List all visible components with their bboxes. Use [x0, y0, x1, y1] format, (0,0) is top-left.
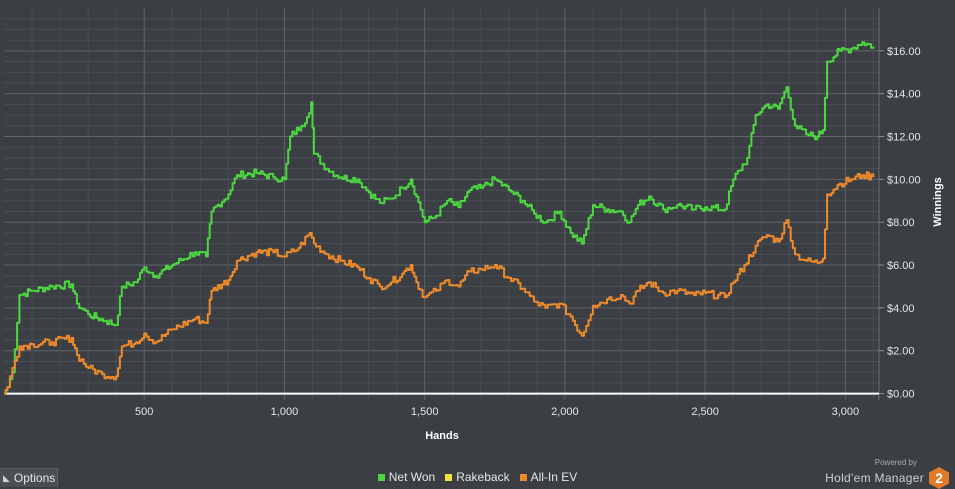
legend-label-rakeback: Rakeback [456, 470, 510, 484]
legend-item-net-won[interactable]: Net Won [377, 469, 436, 485]
brand-row: Hold'em Manager 2 [825, 467, 949, 489]
y-tick-label: $8.00 [887, 217, 915, 229]
x-tick-label: 1,000 [271, 406, 299, 418]
y-axis-title: Winnings [932, 177, 944, 226]
branding: Powered by Hold'em Manager 2 [825, 458, 949, 489]
legend-label-net-won: Net Won [388, 470, 436, 484]
y-tick-label: $14.00 [887, 89, 921, 101]
legend-item-rakeback[interactable]: Rakeback [445, 469, 510, 485]
y-tick-label: $12.00 [887, 132, 921, 144]
brand-name: Hold'em Manager [825, 471, 924, 485]
legend-swatch-rakeback [445, 473, 453, 481]
x-tick-label: 2,500 [691, 406, 719, 418]
powered-by-text: Powered by [874, 458, 917, 467]
legend-swatch-net-won [377, 473, 385, 481]
y-tick-label: $10.00 [887, 174, 921, 186]
y-tick-label: $0.00 [887, 389, 915, 401]
winnings-chart: $0.00 $2.00 $4.00 $6.00 $8.00 $10.00 $12.00 $14… [0, 0, 955, 487]
x-tick-label: 3,000 [832, 406, 860, 418]
x-tick-label: 1,500 [411, 406, 439, 418]
y-tick-label: $16.00 [887, 46, 921, 58]
legend: Net Won Rakeback All-In EV [0, 469, 955, 485]
x-axis-title: Hands [425, 430, 459, 442]
y-tick-label: $6.00 [887, 260, 915, 272]
legend-item-all-in-ev[interactable]: All-In EV [519, 469, 578, 485]
legend-label-all-in-ev: All-In EV [530, 470, 578, 484]
x-tick-label: 500 [135, 406, 153, 418]
brand-logo-icon: 2 [929, 467, 949, 489]
x-tick-label: 2,000 [551, 406, 579, 418]
y-tick-label: $4.00 [887, 303, 915, 315]
legend-swatch-all-in-ev [519, 473, 527, 481]
y-tick-label: $2.00 [887, 346, 915, 358]
